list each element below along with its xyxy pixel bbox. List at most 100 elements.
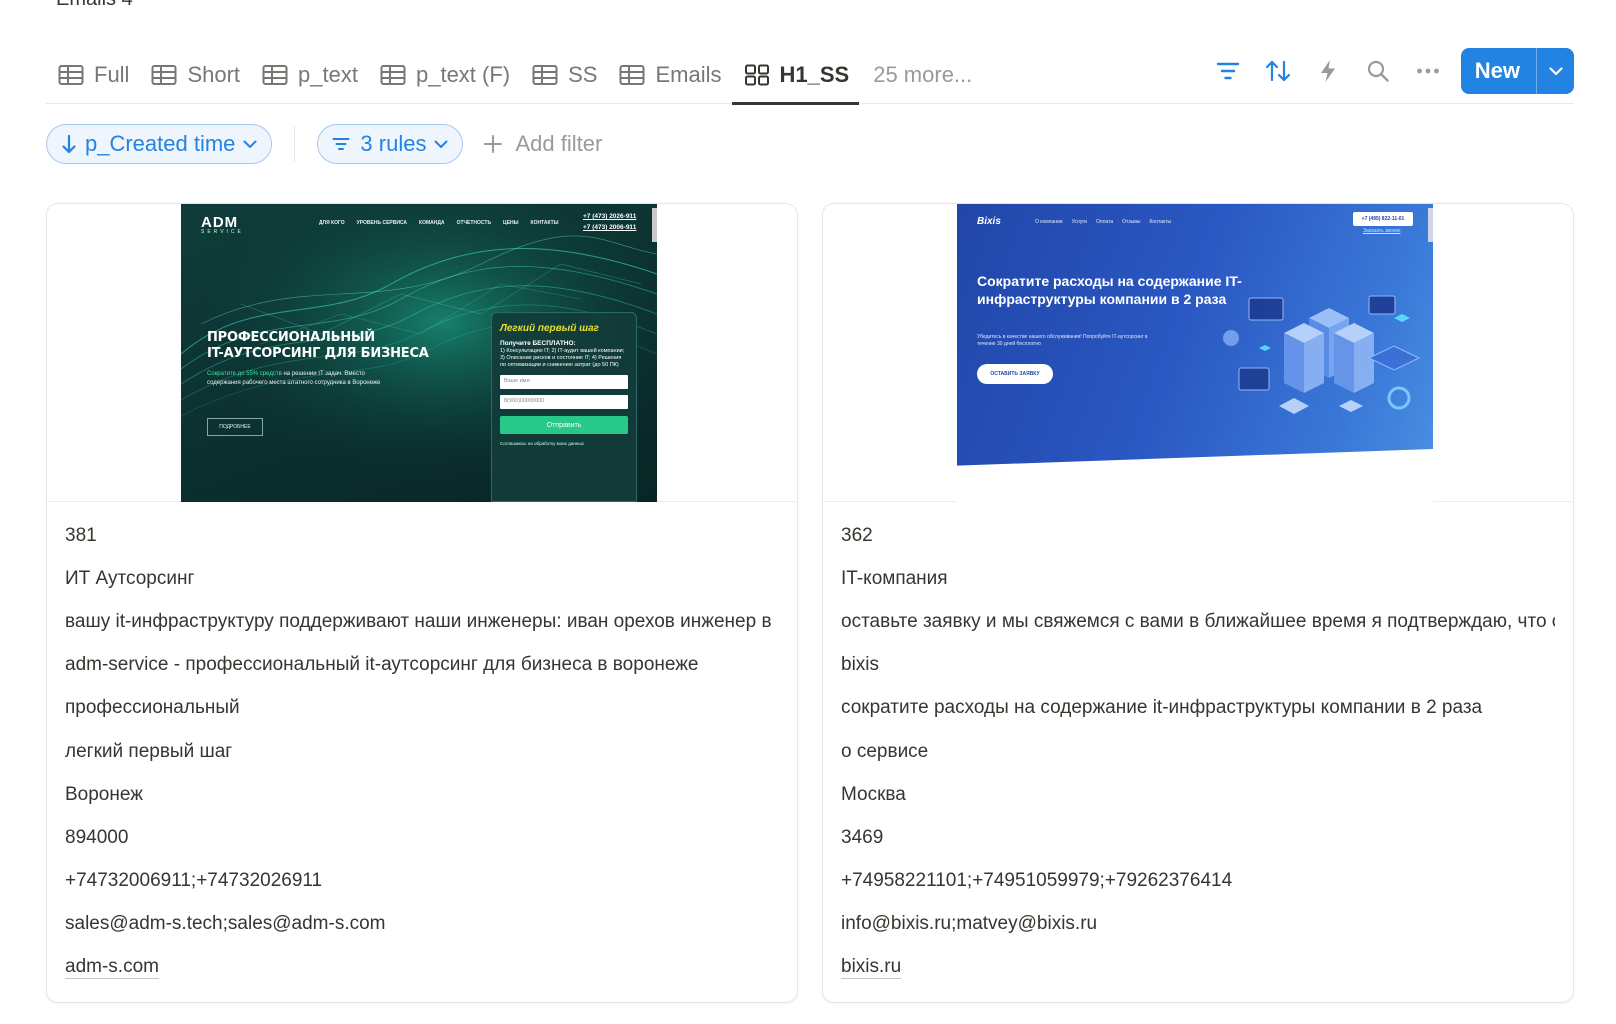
table-icon (532, 64, 558, 86)
site-cta-button: ОСТАВИТЬ ЗАЯВКУ (977, 364, 1053, 384)
property-value: профессиональный (65, 697, 240, 719)
view-toolbar: New (1203, 48, 1574, 94)
tab-label: Full (94, 62, 130, 87)
sort-label: p_Created time (85, 131, 236, 156)
site-headline: ПРОФЕССИОНАЛЬНЫЙ IT-АУТСОРСИНГ ДЛЯ БИЗНЕ… (207, 330, 429, 361)
sort-button[interactable] (1253, 48, 1303, 94)
more-views-button[interactable]: 25 more... (859, 46, 982, 104)
card-properties: 381 ИТ Аутсорсинг вашу it-инфраструктуру… (47, 502, 797, 989)
gallery-card[interactable]: ADM SERVICE ДЛЯ КОГО УРОВЕНЬ СЕРВИСА КОМА… (46, 203, 798, 1003)
filter-icon (332, 138, 350, 150)
gallery-icon (744, 64, 770, 86)
filter-icon (1216, 62, 1239, 80)
rules-label: 3 rules (360, 131, 427, 156)
chevron-down-icon (434, 140, 448, 148)
wave-divider (957, 448, 1433, 502)
property-value: 362 (841, 524, 873, 546)
table-icon (58, 64, 84, 86)
filter-rules-pill[interactable]: 3 rules (317, 124, 464, 164)
site-phone: +7 (495) 822-11-01 (1353, 212, 1413, 226)
site-lead-form: Легкий первый шаг Получите БЕСПЛАТНО: 1) … (491, 312, 637, 502)
view-tab-bar: Full Short p_text p_text (F) SS Emails H… (46, 46, 1574, 105)
property-value: ИТ Аутсорсинг (65, 567, 195, 589)
tab-label: SS (568, 62, 598, 87)
property-value: вашу it-инфраструктуру поддерживают наши… (65, 610, 772, 632)
property-value: adm-service - профессиональный it-аутсор… (65, 654, 699, 676)
property-value: Москва (841, 783, 906, 805)
property-value: оставьте заявку и мы свяжемся с вами в б… (841, 610, 1555, 632)
site-logo: ADM SERVICE (201, 214, 244, 235)
tab-label: p_text (F) (415, 62, 511, 87)
filter-button[interactable] (1203, 48, 1253, 94)
search-button[interactable] (1353, 48, 1403, 94)
site-phones: +7 (473) 2026-911 +7 (473) 2006-911 (583, 213, 637, 231)
more-icon (1416, 68, 1439, 74)
table-icon (262, 64, 288, 86)
site-nav: О компании Услуги Оплата Отзывы Контакты (1035, 219, 1172, 225)
tab-label: Emails (655, 62, 722, 87)
tab-h1-ss[interactable]: H1_SS (731, 46, 860, 105)
property-value: Воронеж (65, 783, 143, 805)
website-link[interactable]: bixis.ru (841, 956, 902, 979)
previous-row-text: Emails 4 (56, 0, 133, 11)
automation-button[interactable] (1303, 48, 1353, 94)
website-link[interactable]: adm-s.com (65, 956, 159, 979)
isometric-servers-illustration (1223, 295, 1421, 414)
property-value: сократите расходы на содержание it-инфра… (841, 697, 1483, 719)
site-logo: Bixis (977, 216, 1001, 227)
property-value: +74732006911;+74732026911 (65, 870, 323, 892)
card-properties: 362 IT-компания оставьте заявку и мы свя… (823, 502, 1573, 989)
tab-label: Short (187, 62, 241, 87)
site-call-link: Заказать звонок (1363, 228, 1401, 234)
property-value: IT-компания (841, 567, 948, 589)
table-icon (151, 64, 177, 86)
tab-p-text-f[interactable]: p_text (F) (368, 46, 520, 104)
property-value: 894000 (65, 826, 129, 848)
gallery-card[interactable]: Bixis О компании Услуги Оплата Отзывы Ко… (822, 203, 1574, 1003)
tab-full[interactable]: Full (46, 46, 139, 104)
property-value: о сервисе (841, 740, 929, 762)
new-button-group: New (1460, 48, 1574, 94)
tab-p-text[interactable]: p_text (250, 46, 368, 104)
site-nav: ДЛЯ КОГО УРОВЕНЬ СЕРВИСА КОМАНДА ОТЧЕТНО… (319, 220, 559, 226)
url-property: bixis.ru (841, 946, 1555, 989)
property-value: info@bixis.ru;matvey@bixis.ru (841, 913, 1098, 935)
divider (294, 126, 296, 162)
plus-icon (484, 135, 503, 153)
url-property: adm-s.com (65, 946, 779, 989)
table-icon (380, 64, 406, 86)
view-tabs: Full Short p_text p_text (F) SS Emails H… (46, 46, 982, 105)
scrollbar-thumb (1428, 208, 1433, 242)
chevron-down-icon (1548, 66, 1563, 75)
add-filter-button[interactable]: Add filter (483, 131, 602, 157)
site-more-button: ПОДРОБНЕЕ (207, 418, 263, 436)
site-subtitle: Убедитесь в качестве нашего обслуживания… (977, 334, 1148, 347)
website-screenshot: ADM SERVICE ДЛЯ КОГО УРОВЕНЬ СЕРВИСА КОМА… (181, 204, 657, 502)
tab-ss[interactable]: SS (520, 46, 607, 104)
scrollbar-thumb (652, 208, 657, 242)
card-cover: Bixis О компании Услуги Оплата Отзывы Ко… (823, 204, 1573, 502)
property-value: 3469 (841, 826, 884, 848)
new-dropdown-button[interactable] (1536, 48, 1574, 94)
table-icon (619, 64, 645, 86)
search-icon (1367, 60, 1389, 82)
property-value: +74958221101;+74951059979;+79262376414 (841, 870, 1233, 892)
tab-label: H1_SS (779, 62, 850, 87)
site-subtitle: Сократите до 55% средств на решении IT з… (207, 371, 381, 386)
property-value: легкий первый шаг (65, 740, 233, 762)
add-filter-label: Add filter (515, 131, 603, 156)
tab-emails[interactable]: Emails (607, 46, 731, 104)
card-cover: ADM SERVICE ДЛЯ КОГО УРОВЕНЬ СЕРВИСА КОМА… (47, 204, 797, 502)
tab-short[interactable]: Short (139, 46, 250, 104)
new-button[interactable]: New (1461, 48, 1536, 94)
website-screenshot: Bixis О компании Услуги Оплата Отзывы Ко… (957, 204, 1433, 502)
property-value: 381 (65, 524, 97, 546)
sort-icon (1265, 60, 1290, 82)
chevron-down-icon (243, 140, 257, 148)
arrow-down-icon (62, 134, 76, 154)
sort-pill[interactable]: p_Created time (46, 124, 273, 164)
property-value: bixis (841, 654, 880, 676)
filter-row: p_Created time 3 rules Add filter (46, 124, 602, 164)
more-options-button[interactable] (1403, 48, 1453, 94)
property-value: sales@adm-s.tech;sales@adm-s.com (65, 913, 386, 935)
